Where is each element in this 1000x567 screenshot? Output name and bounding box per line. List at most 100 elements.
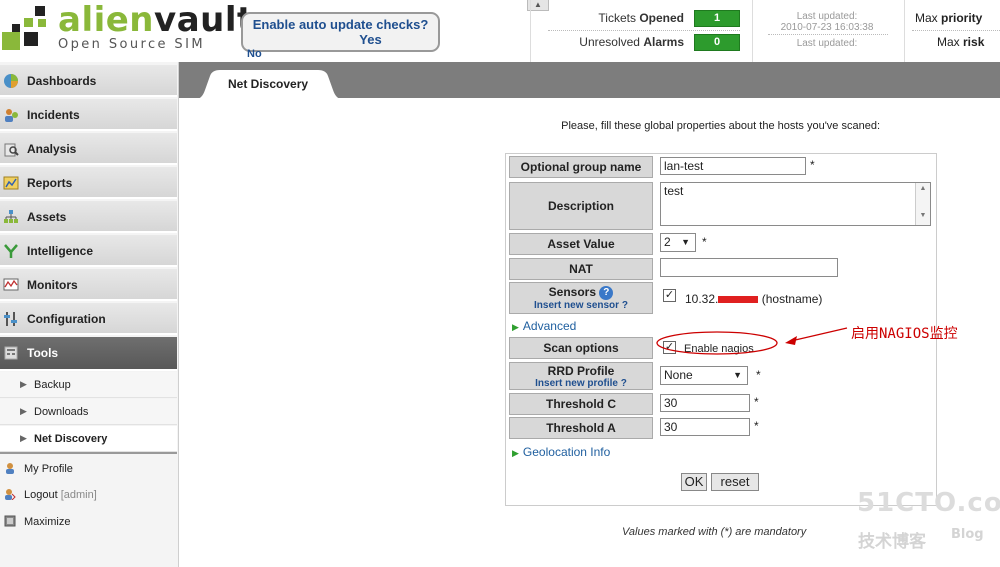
- logo-mark-icon: [2, 6, 52, 52]
- alarms-label-prefix: Unresolved: [579, 35, 644, 49]
- logout-text: Logout: [24, 489, 58, 501]
- sensor-entry: 10.32. (hostname): [685, 292, 822, 306]
- priority-bold: priority: [941, 11, 983, 25]
- maximize-icon: [4, 515, 16, 527]
- sidebar-item-label: Assets: [27, 210, 67, 224]
- tickets-opened-count[interactable]: 1: [694, 10, 740, 27]
- required-marker: *: [810, 158, 815, 172]
- threshold-a-input[interactable]: 30: [660, 418, 750, 436]
- sensors-label: Sensors: [548, 285, 596, 299]
- triangle-right-icon: ▶: [512, 322, 519, 332]
- metrics-divider: [548, 30, 740, 31]
- auto-update-no-link[interactable]: No: [247, 48, 262, 60]
- ok-button[interactable]: OK: [681, 473, 707, 491]
- analysis-icon: [4, 143, 19, 157]
- group-name-input[interactable]: lan-test: [660, 157, 806, 175]
- description-label: Description: [509, 182, 653, 230]
- sidebar-item-monitors[interactable]: Monitors: [0, 269, 177, 301]
- logout-label: Logout [admin]: [24, 489, 97, 501]
- sidebar-item-analysis[interactable]: Analysis: [0, 133, 177, 165]
- my-profile-label: My Profile: [24, 463, 73, 475]
- brand-logo[interactable]: alienvault: [58, 0, 254, 40]
- threshold-c-input[interactable]: 30: [660, 394, 750, 412]
- sidebar-subitem-label: Backup: [34, 379, 71, 391]
- geolocation-toggle[interactable]: ▶ Geolocation Info: [512, 445, 610, 459]
- sidebar-subitem-label: Downloads: [34, 406, 89, 418]
- scan-options-label: Scan options: [509, 337, 653, 359]
- redaction-mark: [718, 296, 759, 304]
- sidebar-maximize[interactable]: Maximize: [0, 509, 177, 535]
- sidebar: Dashboards Incidents Analysis Reports As…: [0, 62, 179, 567]
- sidebar-item-dashboards[interactable]: Dashboards: [0, 65, 177, 97]
- sidebar-subitem-net-discovery[interactable]: ▶ Net Discovery: [0, 426, 177, 452]
- required-marker: *: [754, 419, 759, 433]
- last-updated-value: 2010-07-23 16:03:38: [780, 22, 874, 33]
- sidebar-item-intelligence[interactable]: Intelligence: [0, 235, 177, 267]
- top-header: alienvault Open Source SIM Enable auto u…: [0, 0, 1000, 63]
- nat-input[interactable]: [660, 258, 838, 277]
- auto-update-prompt: Enable auto update checks? Yes: [241, 12, 440, 52]
- advanced-toggle[interactable]: ▶ Advanced: [512, 319, 576, 333]
- triangle-right-icon: ▶: [512, 448, 519, 458]
- risk-bold: risk: [963, 35, 985, 49]
- rrd-profile-label-cell: RRD Profile Insert new profile ?: [509, 362, 653, 390]
- watermark-subtitle: 技术博客: [858, 532, 926, 552]
- threshold-c-label: Threshold C: [509, 393, 653, 415]
- tickets-label-prefix: Tickets: [598, 11, 640, 25]
- geolocation-label: Geolocation Info: [522, 445, 611, 459]
- sidebar-item-tools[interactable]: Tools: [0, 337, 177, 371]
- header-divider-3: [904, 0, 905, 62]
- sensor-hostname: (hostname): [761, 292, 823, 306]
- brand-tagline: Open Source SIM: [58, 37, 205, 52]
- reset-button[interactable]: reset: [711, 473, 759, 491]
- insert-new-profile-link[interactable]: Insert new profile ?: [510, 378, 652, 389]
- mandatory-note: Values marked with (*) are mandatory: [622, 526, 807, 538]
- chevron-right-icon: ▶: [20, 406, 27, 416]
- brand-name-part1: alien: [58, 0, 155, 40]
- rrd-profile-selected: None: [664, 368, 693, 382]
- max-risk-label: Max risk: [937, 35, 984, 49]
- required-marker: *: [702, 235, 707, 249]
- incidents-icon: [5, 109, 18, 122]
- annotation-overlay: [656, 327, 848, 355]
- sidebar-item-label: Analysis: [27, 142, 77, 156]
- auto-update-question: Enable auto update checks?: [252, 17, 429, 32]
- help-icon[interactable]: ?: [599, 285, 614, 300]
- group-name-label: Optional group name: [509, 156, 653, 178]
- nat-label: NAT: [509, 258, 653, 280]
- tools-icon: [4, 346, 18, 360]
- tab-net-discovery[interactable]: Net Discovery: [228, 77, 308, 91]
- sidebar-item-incidents[interactable]: Incidents: [0, 99, 177, 131]
- insert-new-sensor-link[interactable]: Insert new sensor ?: [510, 300, 652, 311]
- sensor-checkbox[interactable]: ✓: [663, 289, 676, 302]
- annotation-ellipse: [656, 331, 778, 355]
- sidebar-logout[interactable]: Logout [admin]: [0, 482, 177, 508]
- auto-update-yes-link[interactable]: Yes: [303, 32, 438, 47]
- last-updated-divider: [768, 34, 888, 35]
- asset-value-select[interactable]: 2 ▼: [660, 233, 696, 252]
- sidebar-item-assets[interactable]: Assets: [0, 201, 177, 233]
- scroll-up-icon[interactable]: ▲: [916, 185, 930, 192]
- sensors-label-cell: Sensors ? Insert new sensor ?: [509, 282, 653, 314]
- required-marker: *: [756, 368, 761, 382]
- unresolved-alarms-label: Unresolved Alarms: [544, 35, 684, 49]
- sidebar-item-label: Monitors: [27, 278, 78, 292]
- required-marker: *: [754, 395, 759, 409]
- scroll-down-icon[interactable]: ▼: [916, 212, 930, 219]
- description-scrollbar[interactable]: ▲ ▼: [915, 183, 930, 225]
- risk-prefix: Max: [937, 35, 964, 49]
- asset-value-label: Asset Value: [509, 233, 653, 255]
- description-textarea[interactable]: test ▲ ▼: [660, 182, 931, 226]
- annotation-text: 启用NAGIOS监控: [851, 326, 958, 342]
- unresolved-alarms-count[interactable]: 0: [694, 34, 740, 51]
- form-intro-text: Please, fill these global properties abo…: [561, 120, 880, 132]
- sidebar-subitem-backup[interactable]: ▶ Backup: [0, 372, 177, 398]
- annotation-arrowhead: [785, 336, 797, 345]
- last-updated-label: Last updated:: [796, 11, 858, 22]
- sidebar-subitem-downloads[interactable]: ▶ Downloads: [0, 399, 177, 425]
- sidebar-item-configuration[interactable]: Configuration: [0, 303, 177, 335]
- sidebar-item-reports[interactable]: Reports: [0, 167, 177, 199]
- rrd-profile-select[interactable]: None ▼: [660, 366, 748, 385]
- threshold-a-label: Threshold A: [509, 417, 653, 439]
- sidebar-my-profile[interactable]: My Profile: [0, 456, 177, 482]
